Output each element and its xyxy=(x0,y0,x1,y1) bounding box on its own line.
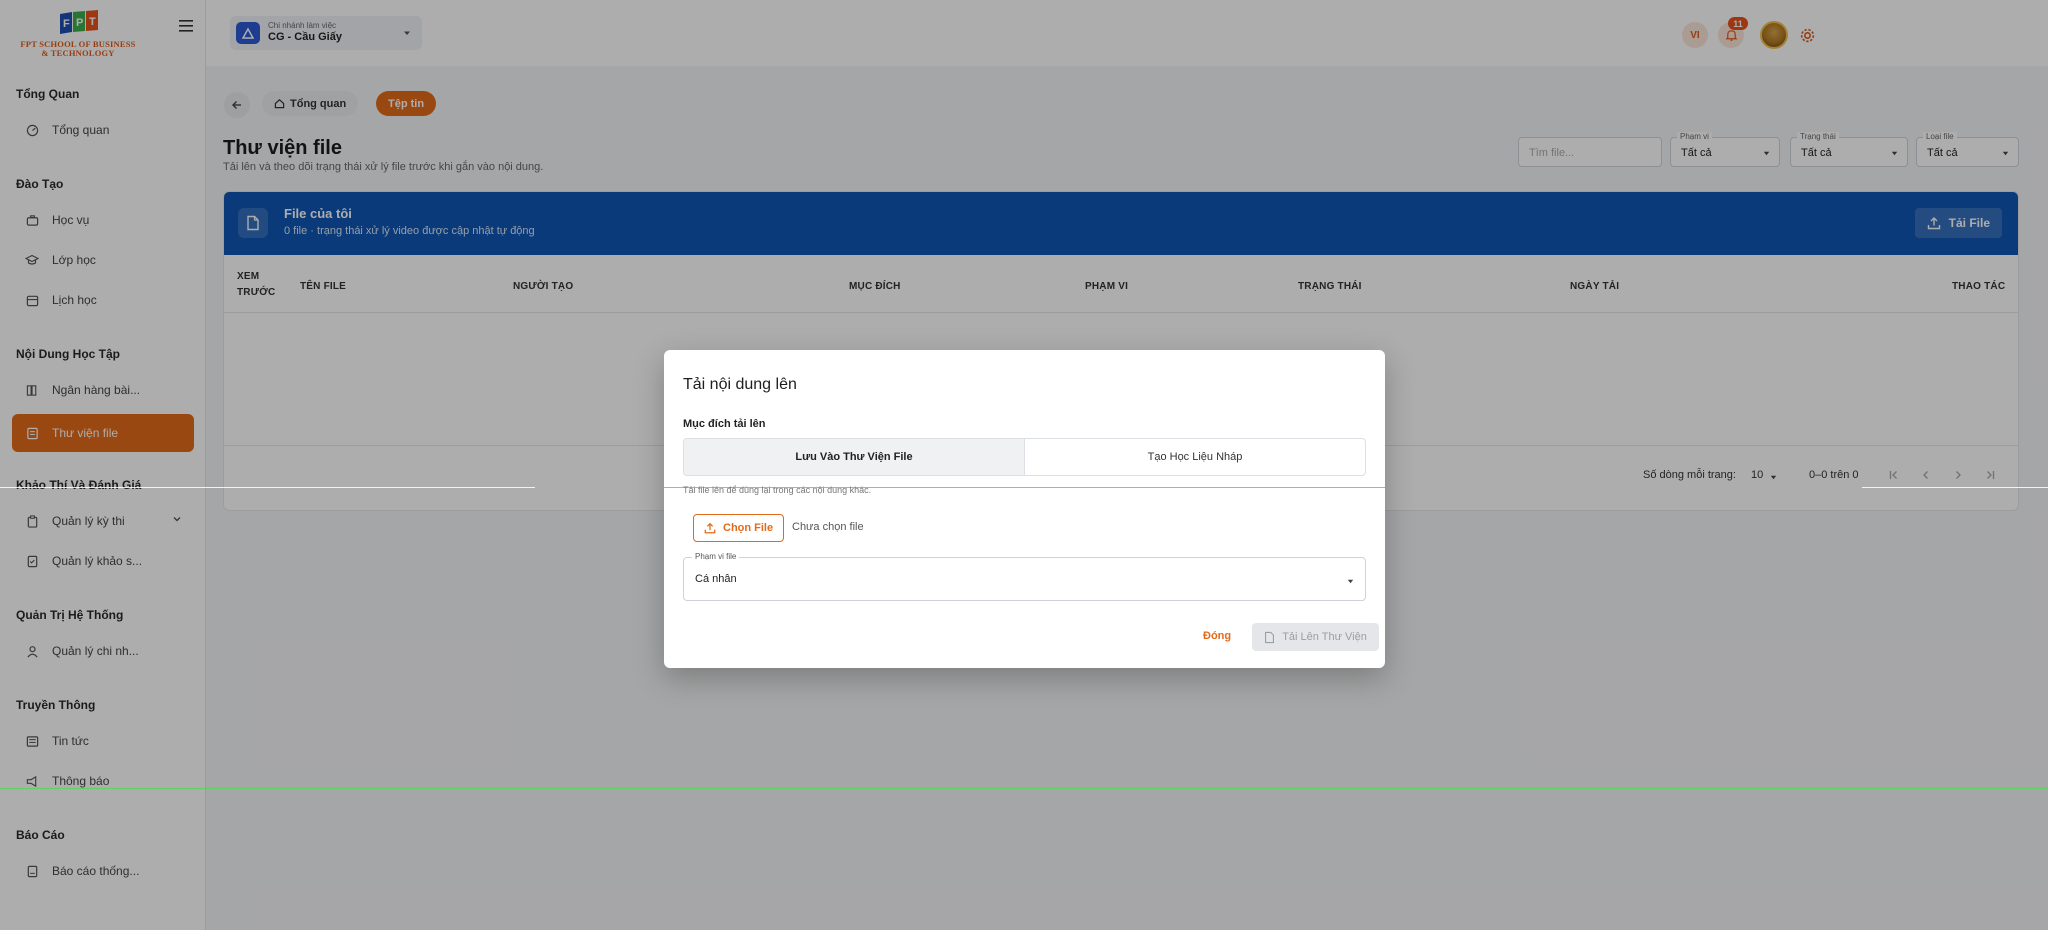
file-icon xyxy=(1265,631,1275,643)
file-scope-label: Phạm vi file xyxy=(692,552,740,561)
file-scope-value: Cá nhân xyxy=(695,573,737,585)
choose-file-button[interactable]: Chọn File xyxy=(693,514,785,542)
chevron-down-icon xyxy=(1347,579,1354,584)
close-button[interactable]: Đóng xyxy=(1203,630,1231,642)
upload-icon xyxy=(704,522,716,534)
divider-line xyxy=(0,788,2048,789)
purpose-option-draft[interactable]: Tạo Học Liệu Nháp xyxy=(1025,439,1365,475)
purpose-label: Mục đích tải lên xyxy=(683,418,766,430)
purpose-option-library[interactable]: Lưu Vào Thư Viện File xyxy=(684,439,1025,475)
upload-dialog: Tải nội dung lên Mục đích tải lên Lưu Và… xyxy=(664,350,1385,668)
choose-file-label: Chọn File xyxy=(723,522,774,534)
divider-line xyxy=(0,487,535,488)
submit-upload-button[interactable]: Tải Lên Thư Viện xyxy=(1252,623,1379,651)
divider-line xyxy=(1862,487,2048,488)
dialog-title: Tải nội dung lên xyxy=(683,376,797,393)
file-scope-select[interactable]: Phạm vi file Cá nhân xyxy=(683,552,1366,601)
divider-line xyxy=(664,487,1385,488)
purpose-toggle: Lưu Vào Thư Viện File Tạo Học Liệu Nháp xyxy=(683,438,1366,476)
submit-upload-label: Tải Lên Thư Viện xyxy=(1282,631,1367,643)
selected-file-name: Chưa chọn file xyxy=(792,521,864,533)
